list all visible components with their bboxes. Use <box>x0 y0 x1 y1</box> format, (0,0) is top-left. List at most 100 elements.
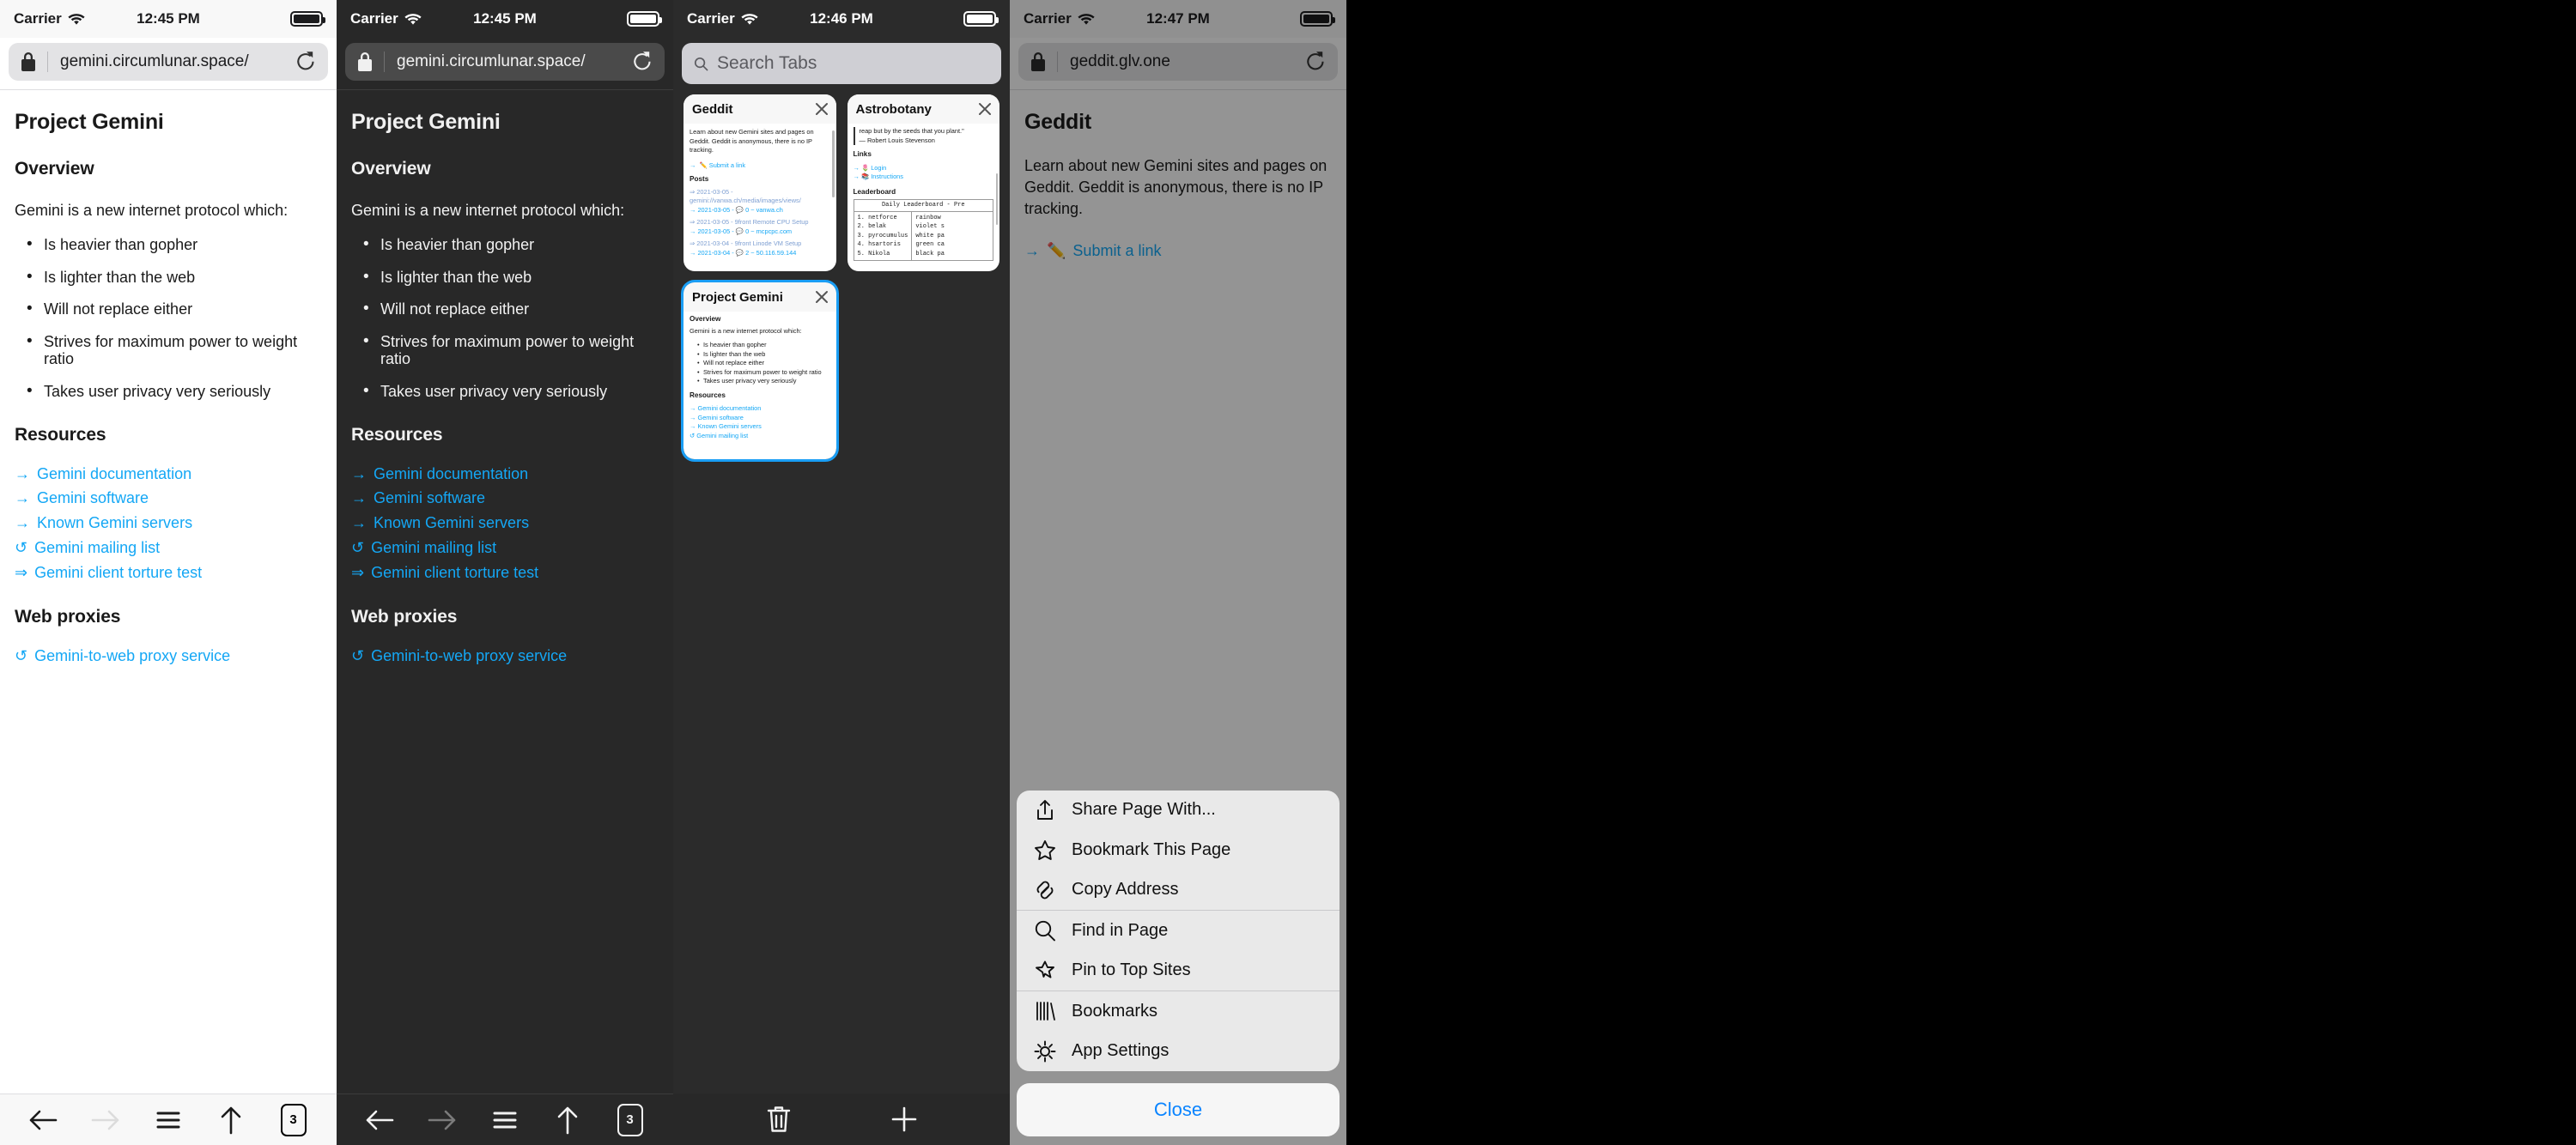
close-icon[interactable] <box>814 289 829 305</box>
menu-label: Bookmarks <box>1072 1001 1158 1021</box>
tab-post-list: ⇒ 2021-03-05 - gemini://vanwa.ch/media/i… <box>690 188 830 258</box>
gemtext-link[interactable]: → Known Gemini servers <box>351 513 659 534</box>
feature-list: Is heavier than gopher Is lighter than th… <box>15 236 322 401</box>
battery-icon <box>627 11 662 27</box>
forward-button[interactable] <box>83 1100 128 1141</box>
gemtext-link: → Gemini software <box>690 413 744 421</box>
gemtext-link[interactable]: ↺ Gemini-to-web proxy service <box>15 646 322 667</box>
scrollbar[interactable] <box>995 173 998 225</box>
leaderboard-names: 1. netforce 2. belak 3. pyrocumulus 4. hsar… <box>854 211 913 261</box>
tab-card-astrobotany[interactable]: Astrobotany reap but by the seeds that y… <box>847 94 1000 271</box>
link-label: Known Gemini servers <box>37 514 193 532</box>
address-bar[interactable]: gemini.circumlunar.space/ <box>345 43 665 81</box>
link-glyph-icon: ⇒ <box>15 563 28 581</box>
menu-item-bookmark-page[interactable]: Bookmark This Page <box>1017 830 1340 870</box>
sheet-group-1: Share Page With... Bookmark This Page Co… <box>1017 791 1340 911</box>
menu-button[interactable] <box>146 1100 191 1141</box>
url-text[interactable]: gemini.circumlunar.space/ <box>385 52 625 71</box>
menu-item-find-in-page[interactable]: Find in Page <box>1017 911 1340 951</box>
menu-button[interactable] <box>483 1100 527 1141</box>
gemtext-link[interactable]: ⇒ Gemini client torture test <box>15 563 322 584</box>
heading-resources: Resources <box>15 424 106 445</box>
share-icon <box>1032 799 1058 821</box>
link-label: Gemini client torture test <box>34 563 203 581</box>
link-glyph-icon: ↺ <box>15 647 28 665</box>
pin-icon <box>1032 960 1058 982</box>
menu-item-share-page[interactable]: Share Page With... <box>1017 791 1340 831</box>
menu-item-app-settings[interactable]: App Settings <box>1017 1032 1340 1072</box>
link-glyph-icon: ↺ <box>351 647 365 665</box>
wifi-icon <box>741 13 758 25</box>
menu-item-pin-to-top-sites[interactable]: Pin to Top Sites <box>1017 951 1340 991</box>
gemtext-link: → Known Gemini servers <box>690 422 762 431</box>
search-tabs-field[interactable]: Search Tabs <box>682 43 1001 84</box>
new-tab-button[interactable] <box>882 1099 927 1140</box>
carrier-group: Carrier <box>687 10 758 27</box>
search-icon <box>1032 919 1058 942</box>
star-icon <box>1032 839 1058 861</box>
list-item: Is heavier than gopher <box>21 236 322 254</box>
tab-count-button[interactable]: 3 <box>271 1100 316 1141</box>
close-all-tabs-button[interactable] <box>756 1099 801 1140</box>
tab-preview: reap but by the seeds that you plant." —… <box>848 124 1000 271</box>
close-label: Close <box>1153 1099 1203 1120</box>
back-button[interactable] <box>357 1100 402 1141</box>
bottom-toolbar: 3 <box>337 1094 673 1145</box>
link-glyph-icon: ↺ <box>15 538 28 556</box>
leaderboard-desc: violet s <box>915 223 945 231</box>
reload-icon[interactable] <box>625 51 659 73</box>
list-item: Takes user privacy very seriously <box>697 377 830 386</box>
url-text[interactable]: gemini.circumlunar.space/ <box>48 52 289 71</box>
tab-card-project-gemini[interactable]: Project Gemini Overview Gemini is a new … <box>681 280 839 462</box>
menu-item-copy-address[interactable]: Copy Address <box>1017 870 1340 911</box>
gemtext-link[interactable]: → Known Gemini servers <box>15 513 322 534</box>
share-button[interactable] <box>209 1100 253 1141</box>
tab-count-button[interactable]: 3 <box>608 1100 653 1141</box>
panel-tab-switcher: Carrier 12:46 PM Search Tabs Geddit Lear… <box>673 0 1010 1145</box>
menu-label: Pin to Top Sites <box>1072 960 1191 980</box>
menu-item-bookmarks[interactable]: Bookmarks <box>1017 991 1340 1032</box>
resources-links: → Gemini documentation → Gemini software → Kn… <box>351 464 659 584</box>
gemtext-link[interactable]: ⇒ Gemini client torture test <box>351 563 659 584</box>
share-button[interactable] <box>545 1100 590 1141</box>
forward-button[interactable] <box>420 1100 465 1141</box>
heading-overview: Overview <box>15 159 94 179</box>
tab-leaderboard-heading: Leaderboard <box>853 187 896 196</box>
close-button[interactable]: Close <box>1017 1083 1340 1136</box>
link-glyph-icon: ⇒ <box>351 563 365 581</box>
search-tabs-placeholder: Search Tabs <box>717 53 817 73</box>
link-icon <box>1032 879 1058 901</box>
reload-icon[interactable] <box>289 51 323 73</box>
leaderboard-row: 1. netforce <box>857 214 897 221</box>
gemtext-link[interactable]: ↺ Gemini-to-web proxy service <box>351 646 659 667</box>
leaderboard-row: 5. Nikola <box>857 250 890 257</box>
tab-count-label: 3 <box>280 1103 307 1136</box>
gemtext-link[interactable]: → Gemini documentation <box>15 464 322 485</box>
list-item: Is lighter than the web <box>697 350 830 360</box>
link-glyph-icon: → <box>15 489 30 507</box>
back-button[interactable] <box>21 1100 65 1141</box>
tab-links-heading: Links <box>853 150 872 159</box>
url-bar-container: gemini.circumlunar.space/ <box>337 38 673 89</box>
gemtext-link[interactable]: ↺ Gemini mailing list <box>15 538 322 559</box>
list-item: Takes user privacy very seriously <box>21 383 322 401</box>
link-label: Gemini documentation <box>37 464 192 482</box>
menu-label: Bookmark This Page <box>1072 839 1231 859</box>
close-icon[interactable] <box>977 101 993 117</box>
post-meta: → 2021-03-05 - 💬 0 ~ mcpcpc.com <box>690 227 793 235</box>
link-glyph-icon: → <box>351 514 367 532</box>
gemtext-link[interactable]: ↺ Gemini mailing list <box>351 538 659 559</box>
tab-title: Project Gemini <box>692 289 783 305</box>
search-tabs-container: Search Tabs <box>673 38 1010 94</box>
gemtext-link[interactable]: → Gemini documentation <box>351 464 659 485</box>
address-bar[interactable]: gemini.circumlunar.space/ <box>9 43 328 81</box>
tab-card-geddit[interactable]: Geddit Learn about new Gemini sites and … <box>683 94 836 271</box>
list-item: Will not replace either <box>697 359 830 368</box>
link-label: Gemini software <box>37 489 149 507</box>
scrollbar[interactable] <box>832 130 835 197</box>
gemtext-link[interactable]: → Gemini software <box>351 488 659 509</box>
list-item: Is heavier than gopher <box>358 236 659 254</box>
gemtext-link[interactable]: → Gemini software <box>15 488 322 509</box>
close-icon[interactable] <box>814 101 829 117</box>
tab-card-header: Geddit <box>683 94 836 124</box>
